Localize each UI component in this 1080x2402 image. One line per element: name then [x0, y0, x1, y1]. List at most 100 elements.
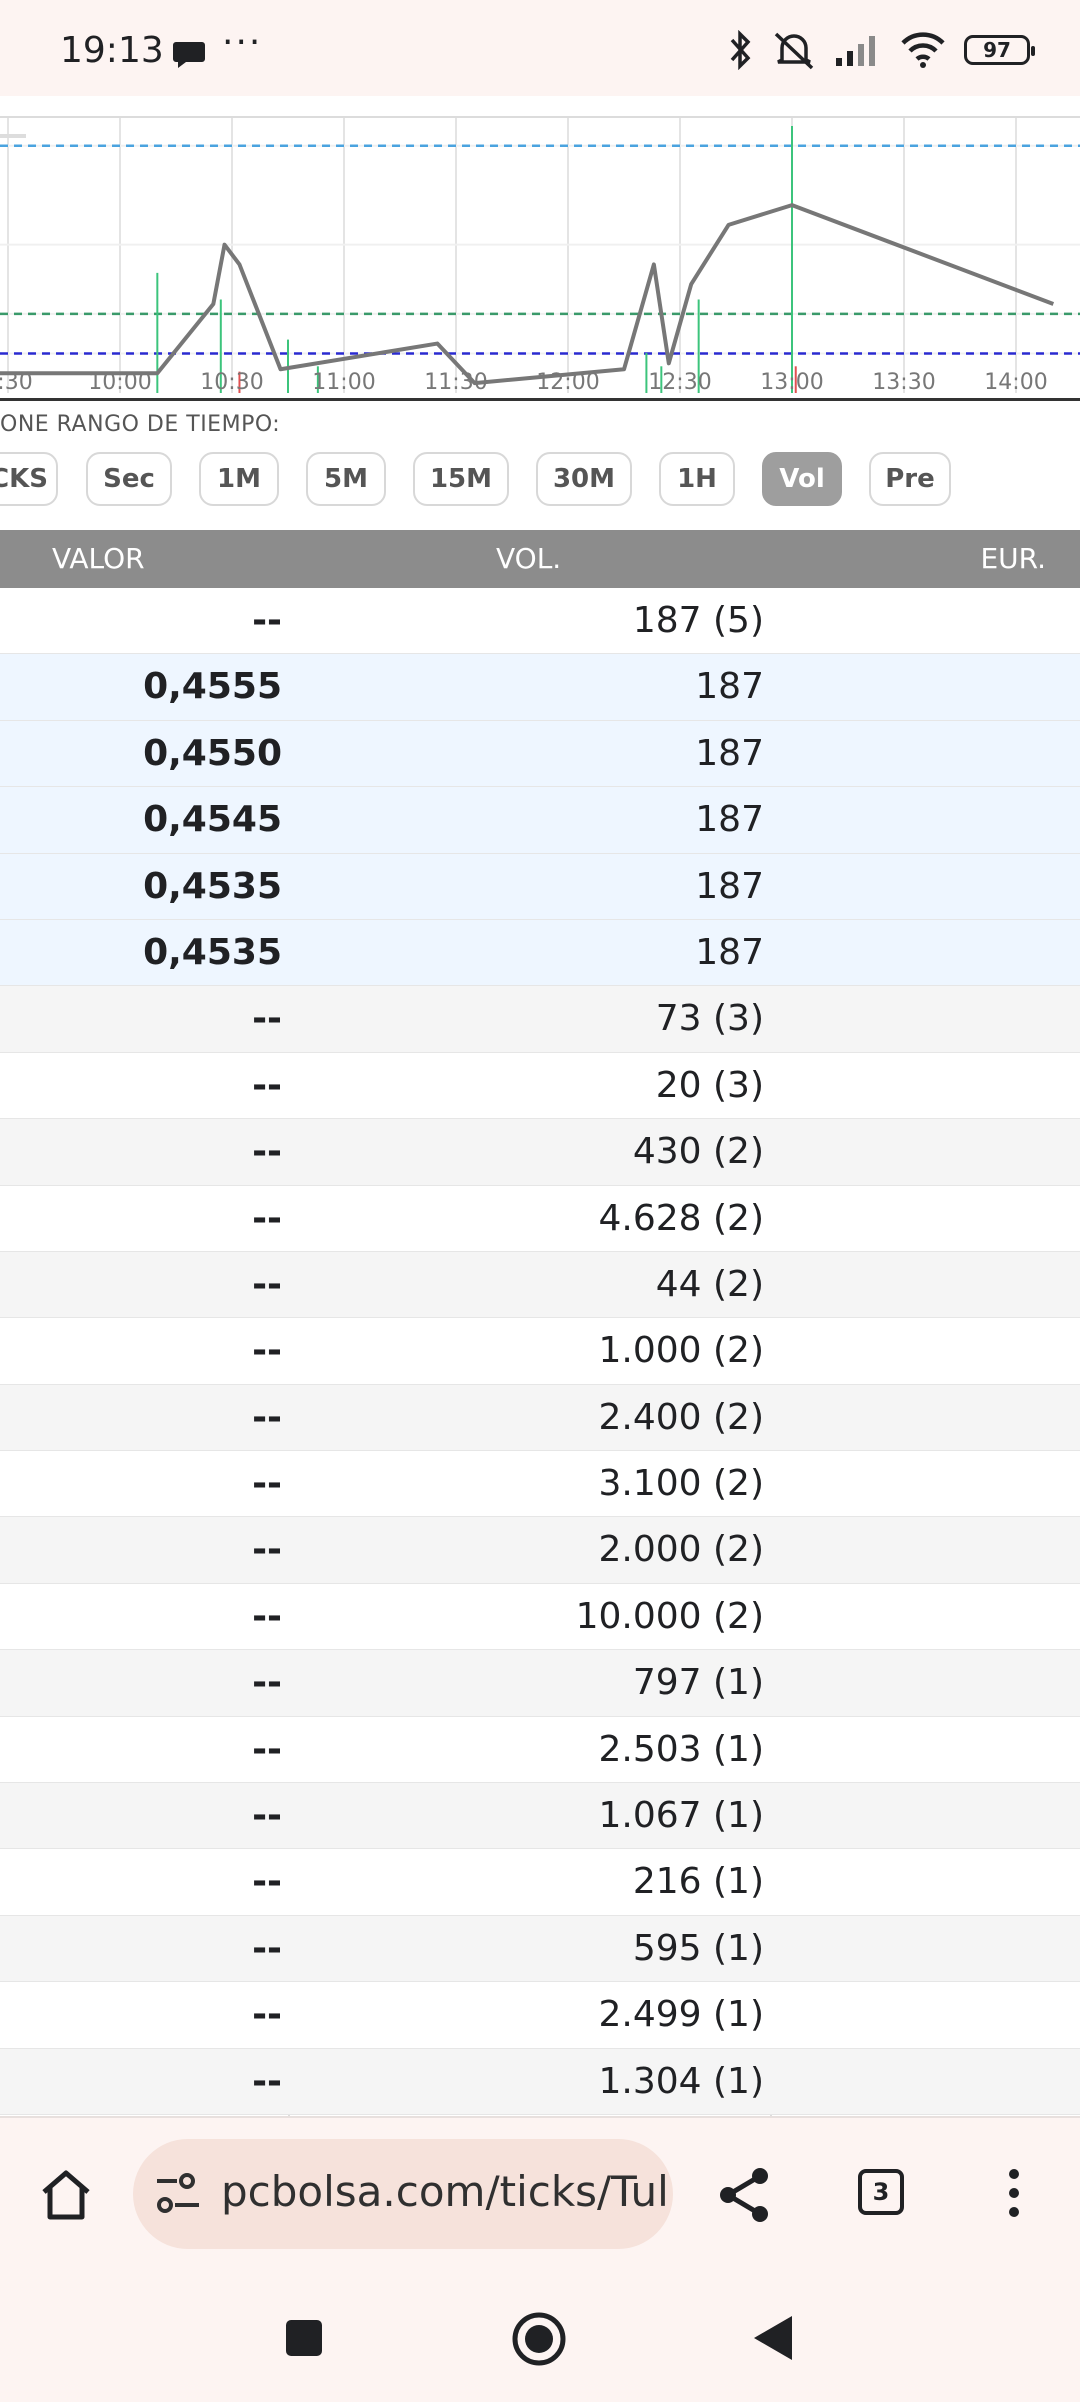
column-header-valor[interactable]: VALOR: [52, 542, 145, 575]
home-nav-icon[interactable]: [510, 2310, 568, 2368]
x-tick-label: 9:30: [0, 370, 33, 395]
cell-valor: 0,4535: [143, 865, 282, 907]
address-bar[interactable]: pcbolsa.com/ticks/Tul: [133, 2139, 673, 2249]
cell-valor: --: [252, 1994, 282, 2036]
x-tick-label: 11:00: [312, 370, 375, 395]
cell-valor: --: [252, 1330, 282, 1372]
range-button-5m[interactable]: 5M: [306, 452, 386, 506]
range-button-1m[interactable]: 1M: [199, 452, 279, 506]
column-header-vol[interactable]: VOL.: [496, 542, 561, 575]
mute-icon: [774, 32, 814, 70]
table-row[interactable]: -- 73 (3): [0, 986, 1080, 1053]
notification-more-icon: ···: [222, 22, 263, 63]
status-icons: 97: [728, 30, 1035, 70]
column-header-eur[interactable]: EUR.: [980, 542, 1046, 575]
cell-valor: --: [252, 1463, 282, 1505]
home-icon[interactable]: [38, 2168, 94, 2222]
cell-valor: --: [252, 1131, 282, 1173]
cell-valor: 0,4550: [143, 732, 282, 774]
range-button-1h[interactable]: 1H: [659, 452, 735, 506]
cell-vol: 187: [695, 865, 764, 907]
cell-vol: 595 (1): [632, 1927, 764, 1969]
back-nav-icon[interactable]: [752, 2314, 794, 2362]
cell-valor: 0,4545: [143, 799, 282, 841]
cell-vol: 2.503 (1): [598, 1728, 765, 1770]
battery-icon: 97: [964, 35, 1035, 65]
table-row[interactable]: -- 10.000 (2): [0, 1583, 1080, 1651]
cell-vol: 1.304 (1): [598, 2060, 765, 2102]
x-tick-label: 12:00: [536, 370, 599, 395]
url-text: pcbolsa.com/ticks/Tul: [221, 2167, 669, 2216]
cell-vol: 1.000 (2): [598, 1330, 765, 1372]
x-tick-label: 13:00: [760, 370, 823, 395]
range-button-15m[interactable]: 15M: [413, 452, 509, 506]
cell-vol: 2.400 (2): [598, 1396, 765, 1438]
status-time: 19:13: [60, 30, 164, 71]
tab-switcher-button[interactable]: 3: [858, 2169, 904, 2215]
table-row[interactable]: -- 1.304 (1): [0, 2048, 1080, 2115]
cell-vol: 1.067 (1): [598, 1795, 765, 1837]
table-body: -- 187 (5) 0,4555 187 0,4550 187 0,4545 187 0,45…: [0, 588, 1080, 2171]
table-row[interactable]: -- 20 (3): [0, 1052, 1080, 1120]
table-row[interactable]: -- 595 (1): [0, 1915, 1080, 1983]
table-row[interactable]: -- 44 (2): [0, 1251, 1080, 1319]
range-label: ONE RANGO DE TIEMPO:: [0, 412, 281, 437]
cell-vol: 187: [695, 931, 764, 973]
table-row[interactable]: 0,4555 187: [0, 654, 1080, 721]
cell-valor: --: [252, 1595, 282, 1637]
cell-vol: 430 (2): [632, 1131, 764, 1173]
cell-valor: --: [252, 1927, 282, 1969]
cell-valor: --: [252, 1529, 282, 1571]
table-row[interactable]: -- 3.100 (2): [0, 1451, 1080, 1518]
x-tick-label: 13:30: [872, 370, 935, 395]
table-row[interactable]: -- 4.628 (2): [0, 1185, 1080, 1252]
range-button-ticks[interactable]: CKS: [0, 452, 58, 506]
range-button-sec[interactable]: Sec: [86, 452, 172, 506]
recent-apps-icon[interactable]: [284, 2318, 324, 2358]
table-row[interactable]: -- 1.000 (2): [0, 1318, 1080, 1385]
cell-vol: 216 (1): [632, 1861, 764, 1903]
cell-valor: --: [252, 1795, 282, 1837]
cell-vol: 187: [695, 799, 764, 841]
chart-marker: [0, 134, 26, 138]
cell-valor: --: [252, 1662, 282, 1704]
table-row[interactable]: -- 2.503 (1): [0, 1716, 1080, 1784]
cell-valor: --: [252, 1263, 282, 1305]
x-tick-label: 11:30: [424, 370, 487, 395]
table-row[interactable]: -- 2.499 (1): [0, 1982, 1080, 2049]
range-button-30m[interactable]: 30M: [536, 452, 632, 506]
table-row[interactable]: 0,4550 187: [0, 720, 1080, 788]
range-button-pre[interactable]: Pre: [869, 452, 951, 506]
table-row[interactable]: 0,4545 187: [0, 787, 1080, 854]
table-row[interactable]: -- 216 (1): [0, 1849, 1080, 1916]
cell-vol: 44 (2): [655, 1263, 764, 1305]
table-row[interactable]: -- 2.400 (2): [0, 1384, 1080, 1452]
bluetooth-icon: [730, 30, 751, 70]
table-row[interactable]: -- 2.000 (2): [0, 1517, 1080, 1584]
range-button-vol[interactable]: Vol: [762, 452, 842, 506]
browser-toolbar: pcbolsa.com/ticks/Tul 3: [0, 2116, 1080, 2402]
x-tick-label: 12:30: [648, 370, 711, 395]
table-row[interactable]: -- 1.067 (1): [0, 1783, 1080, 1850]
price-chart[interactable]: 9:30 10:00 10:30 11:00 11:30 12:00 12:30 13:00 1…: [0, 116, 1080, 401]
more-options-icon[interactable]: [1004, 2168, 1024, 2218]
cell-vol: 20 (3): [655, 1064, 764, 1106]
x-tick-label: 14:00: [984, 370, 1047, 395]
cell-vol: 2.000 (2): [598, 1529, 765, 1571]
x-tick-label: 10:00: [88, 370, 151, 395]
table-row[interactable]: -- 187 (5): [0, 588, 1080, 655]
cell-vol: 2.499 (1): [598, 1994, 765, 2036]
table-row[interactable]: 0,4535 187: [0, 919, 1080, 987]
table-row[interactable]: -- 430 (2): [0, 1119, 1080, 1186]
cell-vol: 187: [695, 666, 764, 708]
range-buttons: CKS Sec 1M 5M 15M 30M 1H Vol Pre: [0, 452, 1080, 508]
cell-valor: --: [252, 998, 282, 1040]
table-row[interactable]: -- 797 (1): [0, 1650, 1080, 1717]
cell-vol: 73 (3): [655, 998, 764, 1040]
site-settings-icon[interactable]: [155, 2172, 201, 2216]
table-row[interactable]: 0,4535 187: [0, 853, 1080, 920]
wifi-icon: [901, 32, 945, 68]
cell-vol: 3.100 (2): [598, 1463, 765, 1505]
share-icon[interactable]: [716, 2166, 772, 2224]
cell-valor: 0,4555: [143, 666, 282, 708]
